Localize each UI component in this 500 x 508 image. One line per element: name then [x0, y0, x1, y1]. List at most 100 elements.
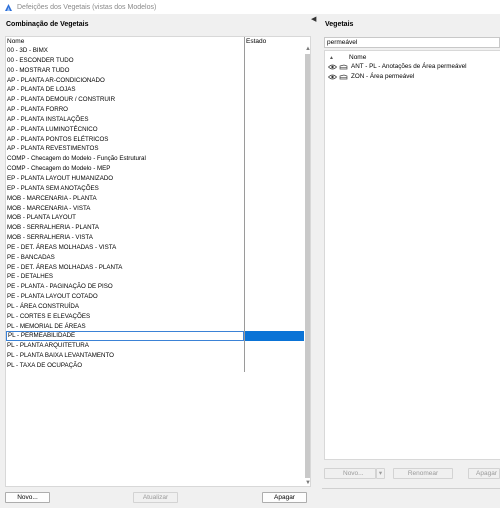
title-bar: Defeições dos Vegetais (vistas dos Model… [0, 0, 500, 14]
combination-row[interactable]: EP - PLANTA LAYOUT HUMANIZADO [6, 174, 304, 184]
combination-row[interactable]: AP - PLANTA AR-CONDICIONADO [6, 76, 304, 86]
layer-name: ZON - Área permeável [351, 73, 415, 80]
combination-name: MOB - SERRALHERIA - PLANTA [7, 224, 100, 232]
layer-name: ANT - PL - Anotações de Área permeável [351, 63, 467, 70]
app-icon [4, 3, 13, 12]
combination-name: PE - DETALHES [7, 273, 53, 281]
combination-row[interactable]: 00 - MOSTRAR TUDO [6, 66, 304, 76]
delete-layer-button[interactable]: Apagar [468, 468, 500, 479]
combination-row[interactable]: PE - PLANTA - PAGINAÇÃO DE PISO [6, 282, 304, 292]
combination-row[interactable]: PL - PERMEABILIDADE [6, 331, 304, 342]
combination-name: PL - CORTES E ELEVAÇÕES [7, 312, 91, 320]
new-combination-button[interactable]: Novo... [5, 492, 50, 503]
combination-name: PE - BANCADAS [7, 253, 55, 261]
combination-name: 00 - 3D - BIMX [7, 47, 48, 54]
combination-name: PE - PLANTA - PAGINAÇÃO DE PISO [7, 283, 113, 291]
eye-icon[interactable] [328, 74, 337, 80]
combination-name: AP - PLANTA PONTOS ELÉTRICOS [7, 135, 109, 143]
combination-name: EP - PLANTA SEM ANOTAÇÕES [7, 184, 99, 192]
collapse-panel-icon[interactable]: ◀ [311, 15, 316, 23]
layers-heading: Vegetais [325, 21, 354, 28]
combination-row[interactable]: AP - PLANTA PONTOS ELÉTRICOS [6, 135, 304, 145]
combination-row[interactable]: PL - MEMORIAL DE ÁREAS [6, 322, 304, 332]
combination-row[interactable]: AP - PLANTA INSTALAÇÕES [6, 115, 304, 125]
new-layer-button[interactable]: Novo... [324, 468, 376, 479]
combination-row[interactable]: PE - BANCADAS [6, 253, 304, 263]
combination-row[interactable]: PL - PLANTA BAIXA LEVANTAMENTO [6, 351, 304, 361]
combination-name: COMP - Checagem do Modelo - Função Estru… [7, 155, 146, 163]
scroll-thumb[interactable] [305, 54, 310, 478]
column-header-estado[interactable]: Estado [246, 38, 266, 45]
combination-row[interactable]: PL - CORTES E ELEVAÇÕES [6, 312, 304, 322]
combination-name: PL - PLANTA ARQUITETURA [7, 342, 89, 350]
lock-layer-icon[interactable] [339, 64, 348, 70]
scroll-up-icon[interactable]: ▲ [305, 46, 311, 52]
combination-name: PE - DET. ÁREAS MOLHADAS - VISTA [7, 243, 117, 251]
combination-row[interactable]: 00 - 3D - BIMX [6, 46, 304, 56]
combination-row[interactable]: PE - DET. ÁREAS MOLHADAS - PLANTA [6, 263, 304, 273]
combination-row[interactable]: PL - ÁREA CONSTRUÍDA [6, 302, 304, 312]
new-layer-dropdown-icon[interactable]: ▾ [376, 468, 385, 479]
layer-row[interactable]: ANT - PL - Anotações de Área permeável [325, 62, 500, 72]
combination-name: AP - PLANTA REVESTIMENTOS [7, 145, 99, 153]
column-header-name[interactable]: Nome [7, 38, 24, 45]
combination-row[interactable]: COMP - Checagem do Modelo - Função Estru… [6, 154, 304, 164]
combination-name: AP - PLANTA LUMINOTÉCNICO [7, 125, 98, 133]
scroll-down-icon[interactable]: ▼ [305, 480, 311, 486]
combination-row[interactable]: AP - PLANTA DEMOUR / CONSTRUIR [6, 95, 304, 105]
combination-name: PL - PLANTA BAIXA LEVANTAMENTO [7, 352, 114, 360]
layer-row[interactable]: ZON - Área permeável [325, 72, 500, 82]
layer-search-input[interactable]: permeável [324, 37, 500, 48]
combination-row[interactable]: AP - PLANTA LUMINOTÉCNICO [6, 125, 304, 135]
combination-row[interactable]: PL - TAXA DE OCUPAÇÃO [6, 361, 304, 371]
window-title: Defeições dos Vegetais (vistas dos Model… [17, 3, 157, 11]
combination-row[interactable]: MOB - MARCENARIA - PLANTA [6, 194, 304, 204]
eye-icon[interactable] [328, 64, 337, 70]
combination-row[interactable]: PE - DET. ÁREAS MOLHADAS - VISTA [6, 243, 304, 253]
combination-row[interactable]: EP - PLANTA SEM ANOTAÇÕES [6, 184, 304, 194]
delete-combination-button[interactable]: Apagar [262, 492, 307, 503]
sort-indicator-icon[interactable]: ▲ [329, 55, 334, 61]
layers-list: ▲ Nome ANT - PL - Anotações de Área perm… [324, 50, 500, 460]
combination-rows: 00 - 3D - BIMX 00 - ESCONDER TUDO 00 - MOS… [6, 46, 304, 371]
combination-name: AP - PLANTA DEMOUR / CONSTRUIR [7, 96, 116, 104]
combination-name: MOB - MARCENARIA - VISTA [7, 204, 91, 212]
combination-row[interactable]: MOB - MARCENARIA - VISTA [6, 204, 304, 214]
combination-state-cell[interactable] [245, 331, 304, 342]
combination-name: AP - PLANTA INSTALAÇÕES [7, 115, 89, 123]
combination-name: MOB - MARCENARIA - PLANTA [7, 194, 97, 202]
rename-layer-button[interactable]: Renomear [393, 468, 453, 479]
combination-name: AP - PLANTA FORRO [7, 106, 68, 114]
vertical-scrollbar[interactable]: ▲ ▼ [304, 46, 311, 486]
combination-row[interactable]: PE - DETALHES [6, 272, 304, 282]
combination-name: COMP - Checagem do Modelo - MEP [7, 165, 111, 173]
combination-row[interactable]: PE - PLANTA LAYOUT COTADO [6, 292, 304, 302]
combination-name: PL - MEMORIAL DE ÁREAS [7, 322, 86, 330]
combination-row[interactable]: MOB - PLANTA LAYOUT [6, 213, 304, 223]
combination-name: MOB - SERRALHERIA - VISTA [7, 234, 93, 242]
combination-name: AP - PLANTA DE LOJAS [7, 86, 76, 94]
combination-row[interactable]: AP - PLANTA FORRO [6, 105, 304, 115]
lock-layer-icon[interactable] [339, 74, 348, 80]
combination-row[interactable]: MOB - SERRALHERIA - PLANTA [6, 223, 304, 233]
column-header-layer-name[interactable]: Nome [349, 54, 366, 61]
combination-name: PL - ÁREA CONSTRUÍDA [7, 302, 79, 310]
combination-row[interactable]: COMP - Checagem do Modelo - MEP [6, 164, 304, 174]
combination-row[interactable]: 00 - ESCONDER TUDO [6, 56, 304, 66]
combination-name: AP - PLANTA AR-CONDICIONADO [7, 76, 105, 84]
footer-divider [322, 488, 500, 489]
update-combination-button[interactable]: Atualizar [133, 492, 178, 503]
combination-name: 00 - ESCONDER TUDO [7, 56, 74, 64]
combinations-list: Nome Estado 00 - 3D - BIMX 00 - ESCONDER … [5, 36, 311, 487]
list-header: Nome Estado [6, 37, 304, 46]
combination-row[interactable]: MOB - SERRALHERIA - VISTA [6, 233, 304, 243]
combination-row[interactable]: AP - PLANTA REVESTIMENTOS [6, 144, 304, 154]
combination-name: PE - PLANTA LAYOUT COTADO [7, 293, 98, 301]
combination-name: MOB - PLANTA LAYOUT [7, 214, 76, 222]
combination-row[interactable]: AP - PLANTA DE LOJAS [6, 85, 304, 95]
combination-name: PE - DET. ÁREAS MOLHADAS - PLANTA [7, 263, 123, 271]
combination-name: PL - TAXA DE OCUPAÇÃO [7, 362, 83, 369]
combination-row[interactable]: PL - PLANTA ARQUITETURA [6, 341, 304, 351]
combination-name: 00 - MOSTRAR TUDO [7, 66, 70, 74]
combination-name: PL - PERMEABILIDADE [6, 331, 244, 342]
